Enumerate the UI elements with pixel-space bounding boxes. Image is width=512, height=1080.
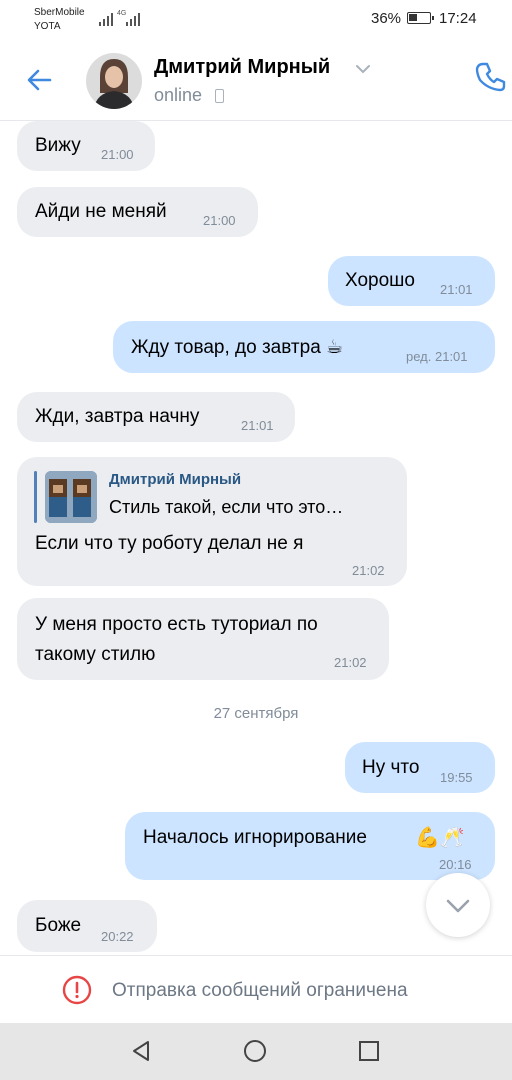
message-bubble-incoming[interactable]: Боже 20:22 — [17, 900, 157, 952]
message-bubble-outgoing[interactable]: Хорошо 21:01 — [328, 256, 495, 306]
battery-icon — [407, 12, 434, 24]
message-time: 21:00 — [101, 147, 134, 162]
battery-percent: 36% — [371, 10, 402, 27]
message-list[interactable]: Вижу 21:00 Айди не меняй 21:00 Хорошо 21… — [0, 121, 512, 954]
message-text: Ну что — [362, 757, 420, 778]
restriction-text: Отправка сообщений ограничена — [112, 980, 408, 1001]
message-bubble-outgoing[interactable]: Жду товар, до завтра ☕ ред. 21:01 — [113, 321, 495, 373]
message-time: 21:02 — [334, 655, 367, 670]
phone-icon[interactable] — [474, 60, 508, 94]
message-time: 21:01 — [440, 282, 473, 297]
message-time: 19:55 — [440, 770, 473, 785]
message-bubble-incoming[interactable]: У меня просто есть туториал по такому ст… — [17, 598, 389, 680]
message-bubble-outgoing[interactable]: Ну что 19:55 — [345, 742, 495, 793]
status-time: 17:24 — [439, 10, 477, 27]
message-bubble-incoming[interactable]: Вижу 21:00 — [17, 121, 155, 171]
nav-back-icon[interactable] — [130, 1040, 152, 1062]
date-separator: 27 сентября — [213, 705, 299, 722]
reply-text: Стиль такой, если что это… — [109, 497, 344, 517]
carrier-name-1: SberMobile — [34, 7, 85, 18]
reply-bar — [34, 471, 37, 523]
restriction-bar: Отправка сообщений ограничена — [0, 955, 512, 1024]
chat-header: Дмитрий Мирный online — [0, 40, 512, 121]
message-time: 20:22 — [101, 929, 134, 944]
nav-recents-icon[interactable] — [359, 1041, 379, 1061]
message-text: Айди не меняй — [35, 201, 167, 222]
message-bubble-incoming[interactable]: Дмитрий Мирный Стиль такой, если что это… — [17, 457, 407, 586]
message-text: Хорошо — [345, 270, 415, 291]
mobile-icon — [215, 89, 224, 103]
message-text: Боже — [35, 915, 82, 936]
message-text: Если что ту роботу делал не я — [35, 533, 304, 554]
message-text-line2: такому стилю — [35, 644, 156, 665]
signal-icon — [99, 12, 113, 26]
contact-name[interactable]: Дмитрий Мирный — [154, 56, 330, 79]
back-arrow-icon — [27, 69, 52, 91]
carrier-label: SberMobile YOTA — [34, 6, 85, 34]
exclamation-circle-icon — [62, 975, 92, 1005]
status-bar: SberMobile YOTA 4G 36% 17:24 — [0, 0, 512, 40]
chevron-down-icon[interactable] — [355, 64, 371, 74]
contact-status: online — [154, 85, 203, 105]
message-text: Вижу — [35, 135, 81, 156]
message-time: 21:01 — [241, 418, 274, 433]
message-text: Началось игнорирование — [143, 827, 367, 848]
message-text: Жду товар, до завтра ☕ — [131, 337, 344, 358]
message-text-line1: У меня просто есть туториал по — [35, 614, 318, 635]
message-text: Жди, завтра начну — [35, 406, 200, 427]
message-bubble-incoming[interactable]: Айди не меняй 21:00 — [17, 187, 258, 237]
nav-home-icon[interactable] — [244, 1040, 266, 1062]
chevron-down-icon — [446, 899, 470, 913]
avatar[interactable] — [86, 53, 142, 109]
network-type: 4G — [117, 10, 127, 17]
message-time: 21:02 — [352, 563, 385, 578]
message-bubble-outgoing[interactable]: Началось игнорирование 💪🥂 20:16 — [125, 812, 495, 880]
message-time: 20:16 — [439, 857, 472, 872]
message-time: ред. 21:01 — [406, 349, 468, 364]
scroll-down-button[interactable] — [426, 873, 490, 937]
carrier-name-2: YOTA — [34, 21, 61, 32]
message-time: 21:00 — [203, 213, 236, 228]
reply-thumbnail[interactable] — [45, 471, 97, 523]
emoji-flex-cheers: 💪🥂 — [415, 827, 465, 849]
signal-icon-2 — [126, 12, 140, 26]
message-bubble-incoming[interactable]: Жди, завтра начну 21:01 — [17, 392, 295, 442]
android-nav-bar — [0, 1023, 512, 1080]
reply-author: Дмитрий Мирный — [109, 471, 242, 488]
back-button[interactable] — [22, 62, 58, 98]
